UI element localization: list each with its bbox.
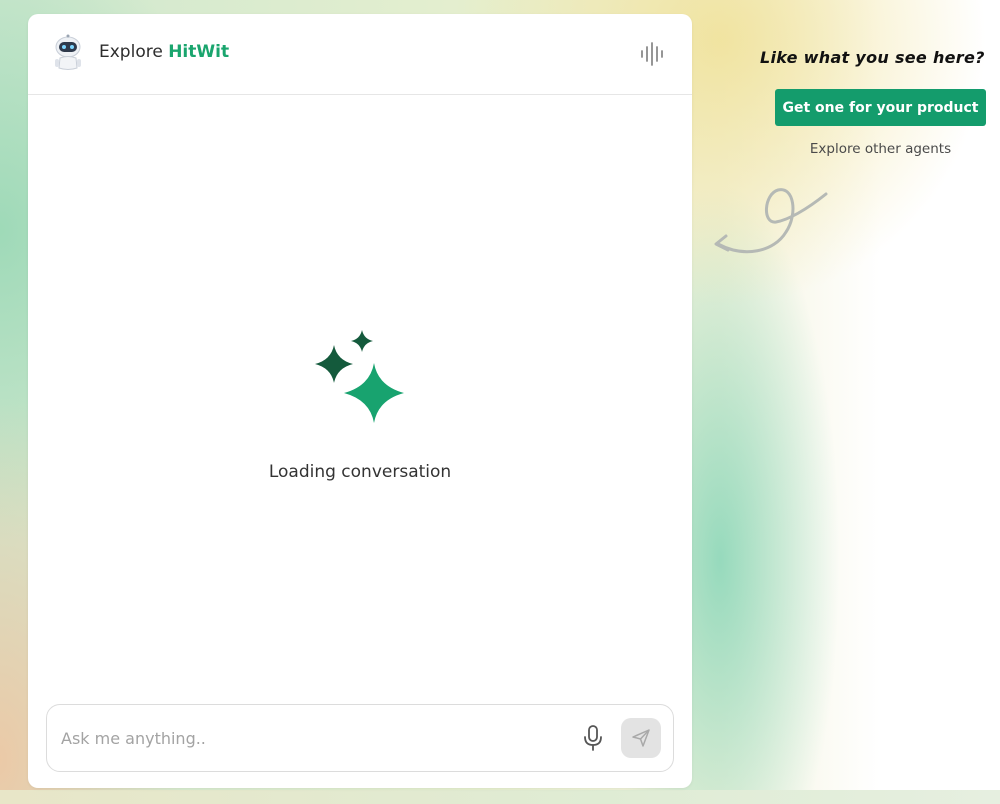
send-icon xyxy=(632,729,650,747)
robot-avatar-icon xyxy=(55,34,81,70)
sound-wave-icon[interactable] xyxy=(638,40,666,68)
send-button[interactable] xyxy=(621,718,661,758)
chat-title-prefix: Explore xyxy=(99,42,163,62)
loading-text: Loading conversation xyxy=(268,462,452,482)
chat-header: Explore HitWit xyxy=(28,14,692,95)
curly-arrow-icon xyxy=(714,188,828,254)
message-composer xyxy=(46,704,674,772)
message-input[interactable] xyxy=(59,719,563,757)
promo-heading: Like what you see here? xyxy=(760,48,985,67)
sparkles-icon xyxy=(315,330,404,423)
chat-title: Explore HitWit xyxy=(99,42,229,62)
chat-title-brand: HitWit xyxy=(168,42,230,62)
bottom-strip xyxy=(0,790,1000,804)
get-one-button[interactable]: Get one for your product xyxy=(775,89,986,126)
loading-indicator: Loading conversation xyxy=(28,330,692,510)
explore-agents-link[interactable]: Explore other agents xyxy=(775,141,986,157)
microphone-icon[interactable] xyxy=(579,723,607,753)
chat-panel: Explore HitWit Loading conversation xyxy=(28,14,692,788)
